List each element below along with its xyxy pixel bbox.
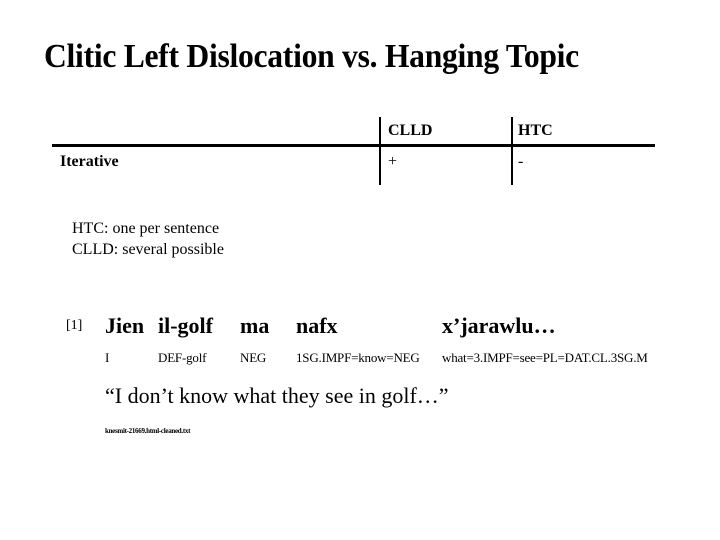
row-label-iterative: Iterative	[60, 153, 119, 170]
example-number: [1]	[66, 318, 83, 333]
cell-iterative-clld: +	[388, 153, 398, 170]
slide-title: Clitic Left Dislocation vs. Hanging Topi…	[44, 38, 579, 75]
cell-iterative-htc: -	[518, 153, 524, 170]
example-word: x’jarawlu…	[442, 313, 556, 338]
example-translation: “I don’t know what they see in golf…”	[105, 383, 449, 408]
table-column-divider	[511, 117, 513, 185]
example-gloss: DEF-golf	[158, 350, 207, 365]
column-header-htc: HTC	[518, 122, 553, 139]
example-word: Jien	[105, 313, 145, 338]
example-gloss: 1SG.IMPF=know=NEG	[296, 350, 420, 365]
table-header-rule	[52, 144, 655, 147]
example-source: knesmit-21669.html-cleaned.txt	[105, 427, 191, 435]
example-word: il-golf	[158, 313, 213, 338]
table-column-divider	[379, 117, 381, 185]
example-word: nafx	[296, 313, 338, 338]
example-gloss: I	[105, 350, 110, 365]
note-htc: HTC: one per sentence	[72, 220, 220, 237]
example-gloss: what=3.IMPF=see=PL=DAT.CL.3SG.M	[442, 350, 648, 365]
column-header-clld: CLLD	[388, 122, 433, 139]
note-clld: CLLD: several possible	[72, 241, 224, 258]
example-word: ma	[240, 313, 270, 338]
example-gloss: NEG	[240, 350, 267, 365]
